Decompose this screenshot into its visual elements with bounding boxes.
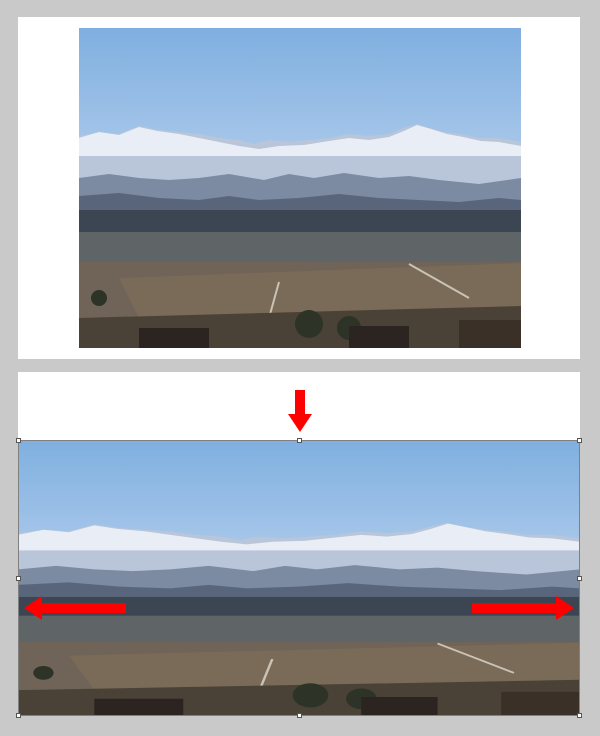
landscape-photo-original xyxy=(79,28,521,348)
handle-middle-right[interactable] xyxy=(577,576,582,581)
left-arrow-icon xyxy=(24,596,126,620)
right-arrow-icon xyxy=(472,596,574,620)
handle-top-right[interactable] xyxy=(577,438,582,443)
landscape-photo-stretched[interactable] xyxy=(18,440,580,716)
handle-top-center[interactable] xyxy=(297,438,302,443)
down-arrow-icon xyxy=(288,390,312,432)
handle-top-left[interactable] xyxy=(16,438,21,443)
handle-bottom-center[interactable] xyxy=(297,713,302,718)
handle-bottom-left[interactable] xyxy=(16,713,21,718)
handle-bottom-right[interactable] xyxy=(577,713,582,718)
handle-middle-left[interactable] xyxy=(16,576,21,581)
